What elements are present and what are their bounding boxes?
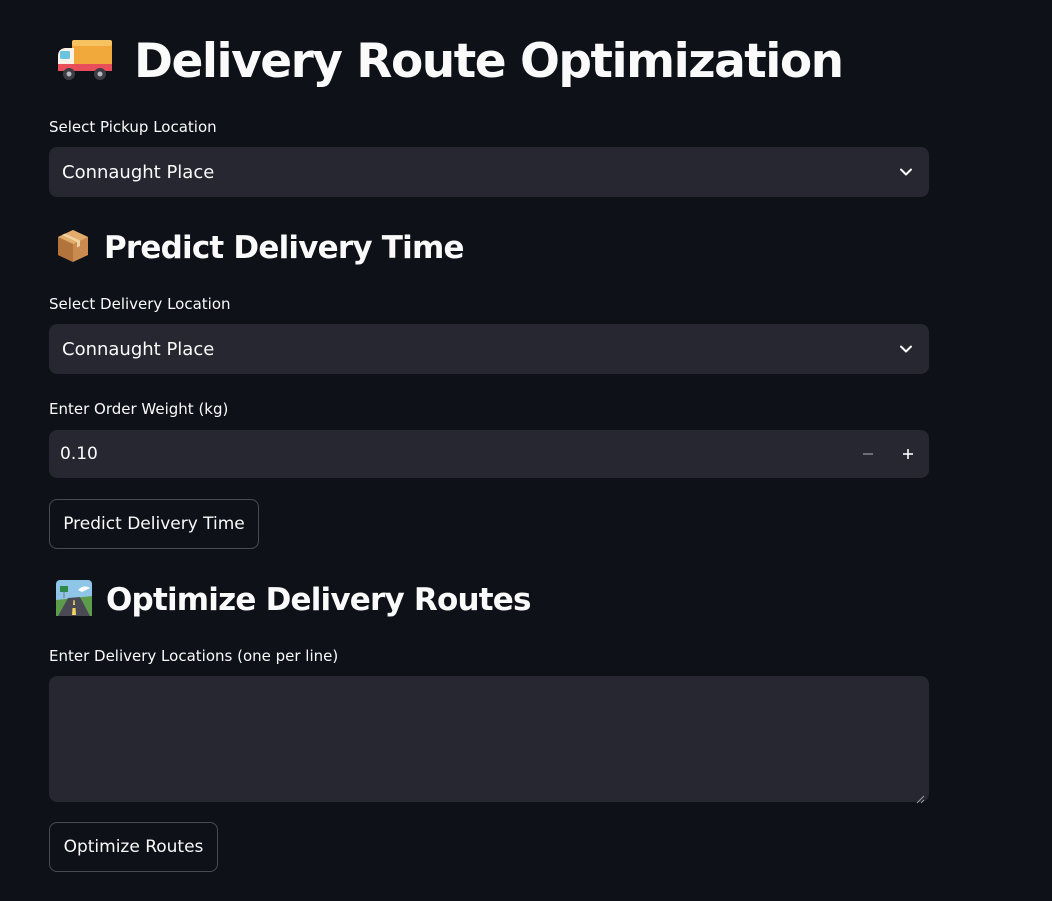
chevron-down-icon	[899, 165, 913, 179]
motorway-icon	[56, 580, 92, 620]
increment-button[interactable]	[888, 431, 928, 477]
predict-delivery-time-button[interactable]: Predict Delivery Time	[49, 499, 259, 549]
order-weight-input[interactable]	[50, 430, 848, 478]
order-weight-label: Enter Order Weight (kg)	[49, 400, 229, 418]
package-box-icon	[56, 228, 90, 268]
resize-grip-icon[interactable]	[916, 789, 925, 804]
pickup-location-label: Select Pickup Location	[49, 118, 217, 136]
app-page: Delivery Route Optimization Select Picku…	[0, 0, 1052, 901]
delivery-locations-label: Enter Delivery Locations (one per line)	[49, 647, 339, 665]
delivery-location-select[interactable]: Connaught Place	[49, 324, 929, 374]
order-weight-input-container	[49, 430, 929, 478]
pickup-location-select[interactable]: Connaught Place	[49, 147, 929, 197]
page-title: Delivery Route Optimization	[56, 30, 844, 92]
delivery-location-value: Connaught Place	[62, 338, 215, 360]
optimize-routes-button[interactable]: Optimize Routes	[49, 822, 218, 872]
delivery-location-label: Select Delivery Location	[49, 295, 231, 313]
decrement-button[interactable]	[848, 431, 888, 477]
plus-icon	[903, 449, 913, 459]
delivery-truck-icon	[56, 34, 114, 88]
delivery-locations-textarea[interactable]	[49, 676, 929, 804]
page-title-text: Delivery Route Optimization	[134, 33, 844, 89]
optimize-section-heading: Optimize Delivery Routes	[56, 578, 531, 622]
chevron-down-icon	[899, 342, 913, 356]
predict-section-title: Predict Delivery Time	[104, 230, 464, 266]
pickup-location-value: Connaught Place	[62, 161, 215, 183]
minus-icon	[863, 453, 873, 455]
predict-section-heading: Predict Delivery Time	[56, 226, 464, 270]
optimize-section-title: Optimize Delivery Routes	[106, 582, 531, 618]
